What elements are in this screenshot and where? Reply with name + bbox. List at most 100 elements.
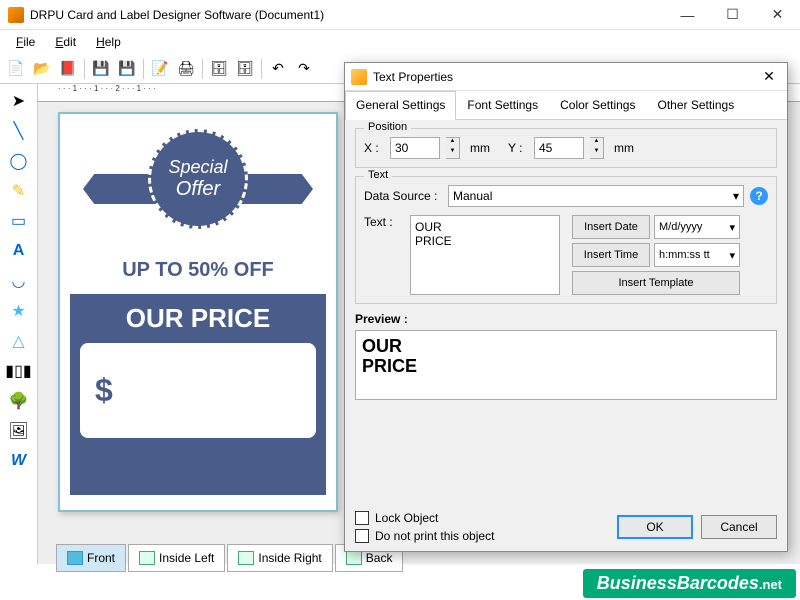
text-input[interactable]	[410, 215, 560, 295]
preview-box: OUR PRICE	[355, 330, 777, 400]
rectangle-tool-icon[interactable]: ▭	[5, 208, 33, 234]
currency-symbol: $	[95, 372, 113, 409]
cancel-button[interactable]: Cancel	[701, 515, 777, 539]
wordart-tool-icon[interactable]: W	[5, 448, 33, 474]
tab-other-settings[interactable]: Other Settings	[646, 91, 745, 119]
page-icon	[346, 551, 362, 565]
x-input[interactable]	[390, 137, 440, 159]
saveas-icon[interactable]: 💾	[115, 57, 139, 81]
help-icon[interactable]: ?	[750, 187, 768, 205]
dialog-icon	[351, 69, 367, 85]
edit-icon[interactable]: 📝	[148, 57, 172, 81]
badge-text-2: Offer	[176, 178, 220, 201]
dialog-title: Text Properties	[373, 70, 757, 84]
database2-icon[interactable]: 🗄	[233, 57, 257, 81]
dialog-footer: Lock Object Do not print this object OK …	[345, 503, 787, 551]
chevron-down-icon: ▾	[729, 221, 735, 234]
database-icon[interactable]: 🗄	[207, 57, 231, 81]
titlebar: DRPU Card and Label Designer Software (D…	[0, 0, 800, 30]
tab-font-settings[interactable]: Font Settings	[456, 91, 549, 119]
new-icon[interactable]: 📄	[4, 57, 28, 81]
ok-button[interactable]: OK	[617, 515, 693, 539]
ribbon-right-icon	[238, 174, 313, 204]
open-icon[interactable]: 📂	[30, 57, 54, 81]
line-tool-icon[interactable]: ╲	[5, 118, 33, 144]
price-box: $	[80, 343, 316, 438]
app-icon	[8, 7, 24, 23]
select-tool-icon[interactable]: ➤	[5, 88, 33, 114]
badge-text-1: Special	[168, 157, 227, 178]
card-design: Special Offer UP TO 50% OFF OUR PRICE $	[60, 114, 336, 510]
watermark: BusinessBarcodes.net	[583, 569, 796, 598]
dialog-titlebar[interactable]: Text Properties ✕	[345, 63, 787, 91]
ellipse-tool-icon[interactable]: ◯	[5, 148, 33, 174]
image2-tool-icon[interactable]: 🖼	[5, 418, 33, 444]
x-label: X :	[364, 141, 384, 155]
text-label: Text :	[364, 215, 404, 295]
menu-edit[interactable]: Edit	[47, 33, 84, 51]
y-spinner[interactable]: ▲▼	[590, 137, 604, 159]
noprint-checkbox[interactable]	[355, 529, 369, 543]
image-tool-icon[interactable]: 🌳	[5, 388, 33, 414]
page-icon	[139, 551, 155, 565]
page-tab-inside-left[interactable]: Inside Left	[128, 544, 225, 572]
page-icon	[238, 551, 254, 565]
insert-date-button[interactable]: Insert Date	[572, 215, 650, 239]
menu-help[interactable]: Help	[88, 33, 129, 51]
triangle-tool-icon[interactable]: △	[5, 328, 33, 354]
undo-icon[interactable]: ↶	[266, 57, 290, 81]
open-red-icon[interactable]: 📕	[56, 57, 80, 81]
offer-text[interactable]: UP TO 50% OFF	[60, 259, 336, 282]
page-icon	[67, 551, 83, 565]
print-icon[interactable]: 🖨	[174, 57, 198, 81]
text-legend: Text	[364, 169, 392, 181]
y-label: Y :	[508, 141, 528, 155]
lock-object-checkbox[interactable]	[355, 511, 369, 525]
tab-general-settings[interactable]: General Settings	[345, 91, 456, 120]
x-spinner[interactable]: ▲▼	[446, 137, 460, 159]
dialog-tabs: General Settings Font Settings Color Set…	[345, 91, 787, 120]
close-button[interactable]: ✕	[755, 0, 800, 30]
page-tab-front[interactable]: Front	[56, 544, 126, 572]
menubar: File Edit Help	[0, 30, 800, 54]
preview-label: Preview :	[355, 312, 777, 326]
redo-icon[interactable]: ↷	[292, 57, 316, 81]
menu-file[interactable]: File	[8, 33, 43, 51]
badge-circle: Special Offer	[148, 129, 248, 229]
datasource-label: Data Source :	[364, 189, 442, 203]
minimize-button[interactable]: —	[665, 0, 710, 30]
maximize-button[interactable]: ☐	[710, 0, 755, 30]
noprint-label: Do not print this object	[375, 529, 494, 543]
pencil-tool-icon[interactable]: ✎	[5, 178, 33, 204]
star-tool-icon[interactable]: ★	[5, 298, 33, 324]
ribbon-left-icon	[83, 174, 158, 204]
dialog-body: Position X : ▲▼ mm Y : ▲▼ mm Text Data S…	[345, 120, 787, 503]
position-fieldset: Position X : ▲▼ mm Y : ▲▼ mm	[355, 128, 777, 168]
tool-palette: ➤ ╲ ◯ ✎ ▭ A ◡ ★ △ ▮▯▮ 🌳 🖼 W	[0, 84, 38, 564]
insert-time-button[interactable]: Insert Time	[572, 243, 650, 267]
dialog-close-button[interactable]: ✕	[757, 68, 781, 85]
text-tool-icon[interactable]: A	[5, 238, 33, 264]
price-title: OUR PRICE	[80, 304, 316, 333]
insert-template-button[interactable]: Insert Template	[572, 271, 740, 295]
price-block[interactable]: OUR PRICE $	[70, 294, 326, 495]
y-input[interactable]	[534, 137, 584, 159]
design-canvas[interactable]: Special Offer UP TO 50% OFF OUR PRICE $	[58, 112, 338, 512]
lock-object-label: Lock Object	[375, 511, 438, 525]
time-format-select[interactable]: h:mm:ss tt▾	[654, 243, 740, 267]
y-unit: mm	[614, 141, 634, 155]
chevron-down-icon: ▾	[733, 189, 739, 203]
special-offer-badge[interactable]: Special Offer	[88, 129, 308, 249]
x-unit: mm	[470, 141, 490, 155]
tab-color-settings[interactable]: Color Settings	[549, 91, 646, 119]
barcode-tool-icon[interactable]: ▮▯▮	[5, 358, 33, 384]
text-properties-dialog: Text Properties ✕ General Settings Font …	[344, 62, 788, 552]
arc-tool-icon[interactable]: ◡	[5, 268, 33, 294]
save-icon[interactable]: 💾	[89, 57, 113, 81]
window-title: DRPU Card and Label Designer Software (D…	[30, 8, 665, 22]
date-format-select[interactable]: M/d/yyyy▾	[654, 215, 740, 239]
page-tab-inside-right[interactable]: Inside Right	[227, 544, 332, 572]
datasource-select[interactable]: Manual▾	[448, 185, 744, 207]
position-legend: Position	[364, 121, 411, 133]
chevron-down-icon: ▾	[729, 249, 735, 262]
